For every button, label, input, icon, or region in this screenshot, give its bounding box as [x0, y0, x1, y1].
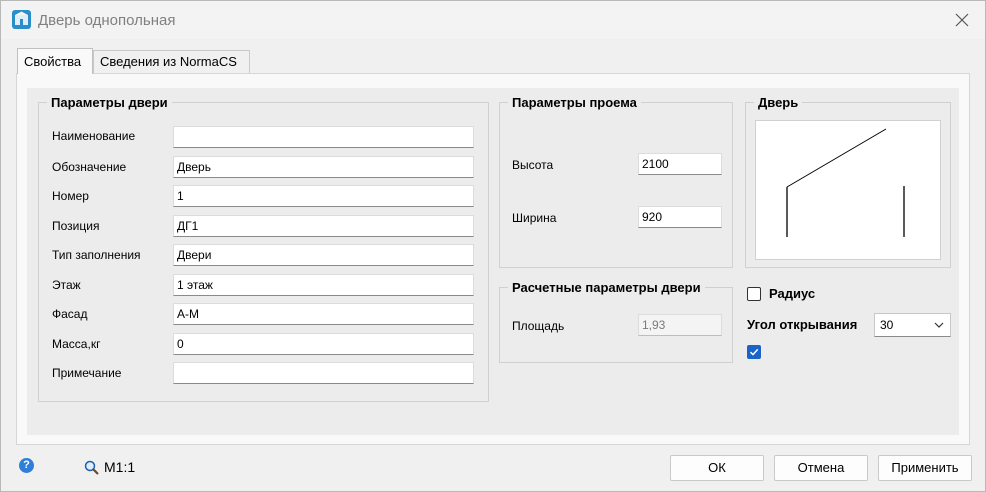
- mass-label: Масса,кг: [52, 337, 101, 351]
- mass-field[interactable]: 0: [173, 333, 474, 355]
- fill-type-field[interactable]: Двери: [173, 244, 474, 266]
- width-label: Ширина: [512, 211, 557, 225]
- height-field[interactable]: 2100: [638, 153, 722, 175]
- tab-panel-properties: Параметры двери Наименование Обозначение…: [16, 73, 970, 445]
- designation-label: Обозначение: [52, 160, 127, 174]
- opening-angle-value: 30: [880, 318, 894, 332]
- position-field[interactable]: ДГ1: [173, 215, 474, 237]
- name-field[interactable]: [173, 126, 474, 148]
- help-icon[interactable]: ?: [19, 458, 34, 473]
- number-label: Номер: [52, 189, 89, 203]
- door-preview-group: Дверь: [745, 95, 951, 268]
- window-title: Дверь однопольная: [38, 12, 176, 29]
- width-field[interactable]: 920: [638, 206, 722, 228]
- opening-params-legend: Параметры проема: [508, 95, 641, 110]
- note-field[interactable]: [173, 362, 474, 384]
- floor-label: Этаж: [52, 278, 81, 292]
- fill-type-label: Тип заполнения: [52, 248, 141, 262]
- number-field[interactable]: 1: [173, 185, 474, 207]
- floor-field[interactable]: 1 этаж: [173, 274, 474, 296]
- ok-button[interactable]: ОК: [670, 455, 764, 481]
- door-app-icon: [12, 10, 31, 29]
- close-button[interactable]: [939, 1, 985, 39]
- door-preview-legend: Дверь: [754, 95, 803, 110]
- name-label: Наименование: [52, 129, 136, 143]
- area-field: 1,93: [638, 314, 722, 336]
- properties-area: Параметры двери Наименование Обозначение…: [27, 88, 959, 435]
- tab-normacs[interactable]: Сведения из NormaCS: [93, 50, 250, 73]
- facade-field[interactable]: А-М: [173, 303, 474, 325]
- height-label: Высота: [512, 158, 554, 172]
- designation-field[interactable]: Дверь: [173, 156, 474, 178]
- apply-button[interactable]: Применить: [878, 455, 972, 481]
- zoom-control[interactable]: М1:1: [84, 459, 135, 475]
- tab-properties[interactable]: Свойства: [17, 48, 93, 74]
- position-label: Позиция: [52, 219, 100, 233]
- calc-params-group: Расчетные параметры двери Площадь 1,93: [499, 280, 733, 363]
- note-label: Примечание: [52, 366, 122, 380]
- radius-label: Радиус: [769, 286, 816, 301]
- checkmark-icon: [749, 348, 759, 356]
- chevron-down-icon: [934, 322, 944, 328]
- door-params-group: Параметры двери Наименование Обозначение…: [38, 95, 489, 402]
- opening-params-group: Параметры проема Высота 2100 Ширина 920: [499, 95, 733, 268]
- opening-angle-select[interactable]: 30: [874, 313, 951, 337]
- facade-label: Фасад: [52, 307, 88, 321]
- option-checkbox[interactable]: [747, 345, 761, 359]
- door-swing-drawing: [786, 128, 905, 237]
- radius-checkbox[interactable]: [747, 287, 761, 301]
- cancel-button[interactable]: Отмена: [774, 455, 868, 481]
- door-params-legend: Параметры двери: [47, 95, 172, 110]
- close-icon: [955, 13, 969, 27]
- area-label: Площадь: [512, 319, 565, 333]
- title-bar[interactable]: Дверь однопольная: [1, 1, 985, 39]
- calc-params-legend: Расчетные параметры двери: [508, 280, 705, 295]
- zoom-scale-label: М1:1: [104, 459, 136, 475]
- door-preview-canvas: [755, 120, 941, 260]
- dialog-window: Дверь однопольная Свойства Сведения из N…: [0, 0, 986, 492]
- magnifier-icon: [84, 460, 99, 475]
- opening-angle-label: Угол открывания: [747, 317, 858, 332]
